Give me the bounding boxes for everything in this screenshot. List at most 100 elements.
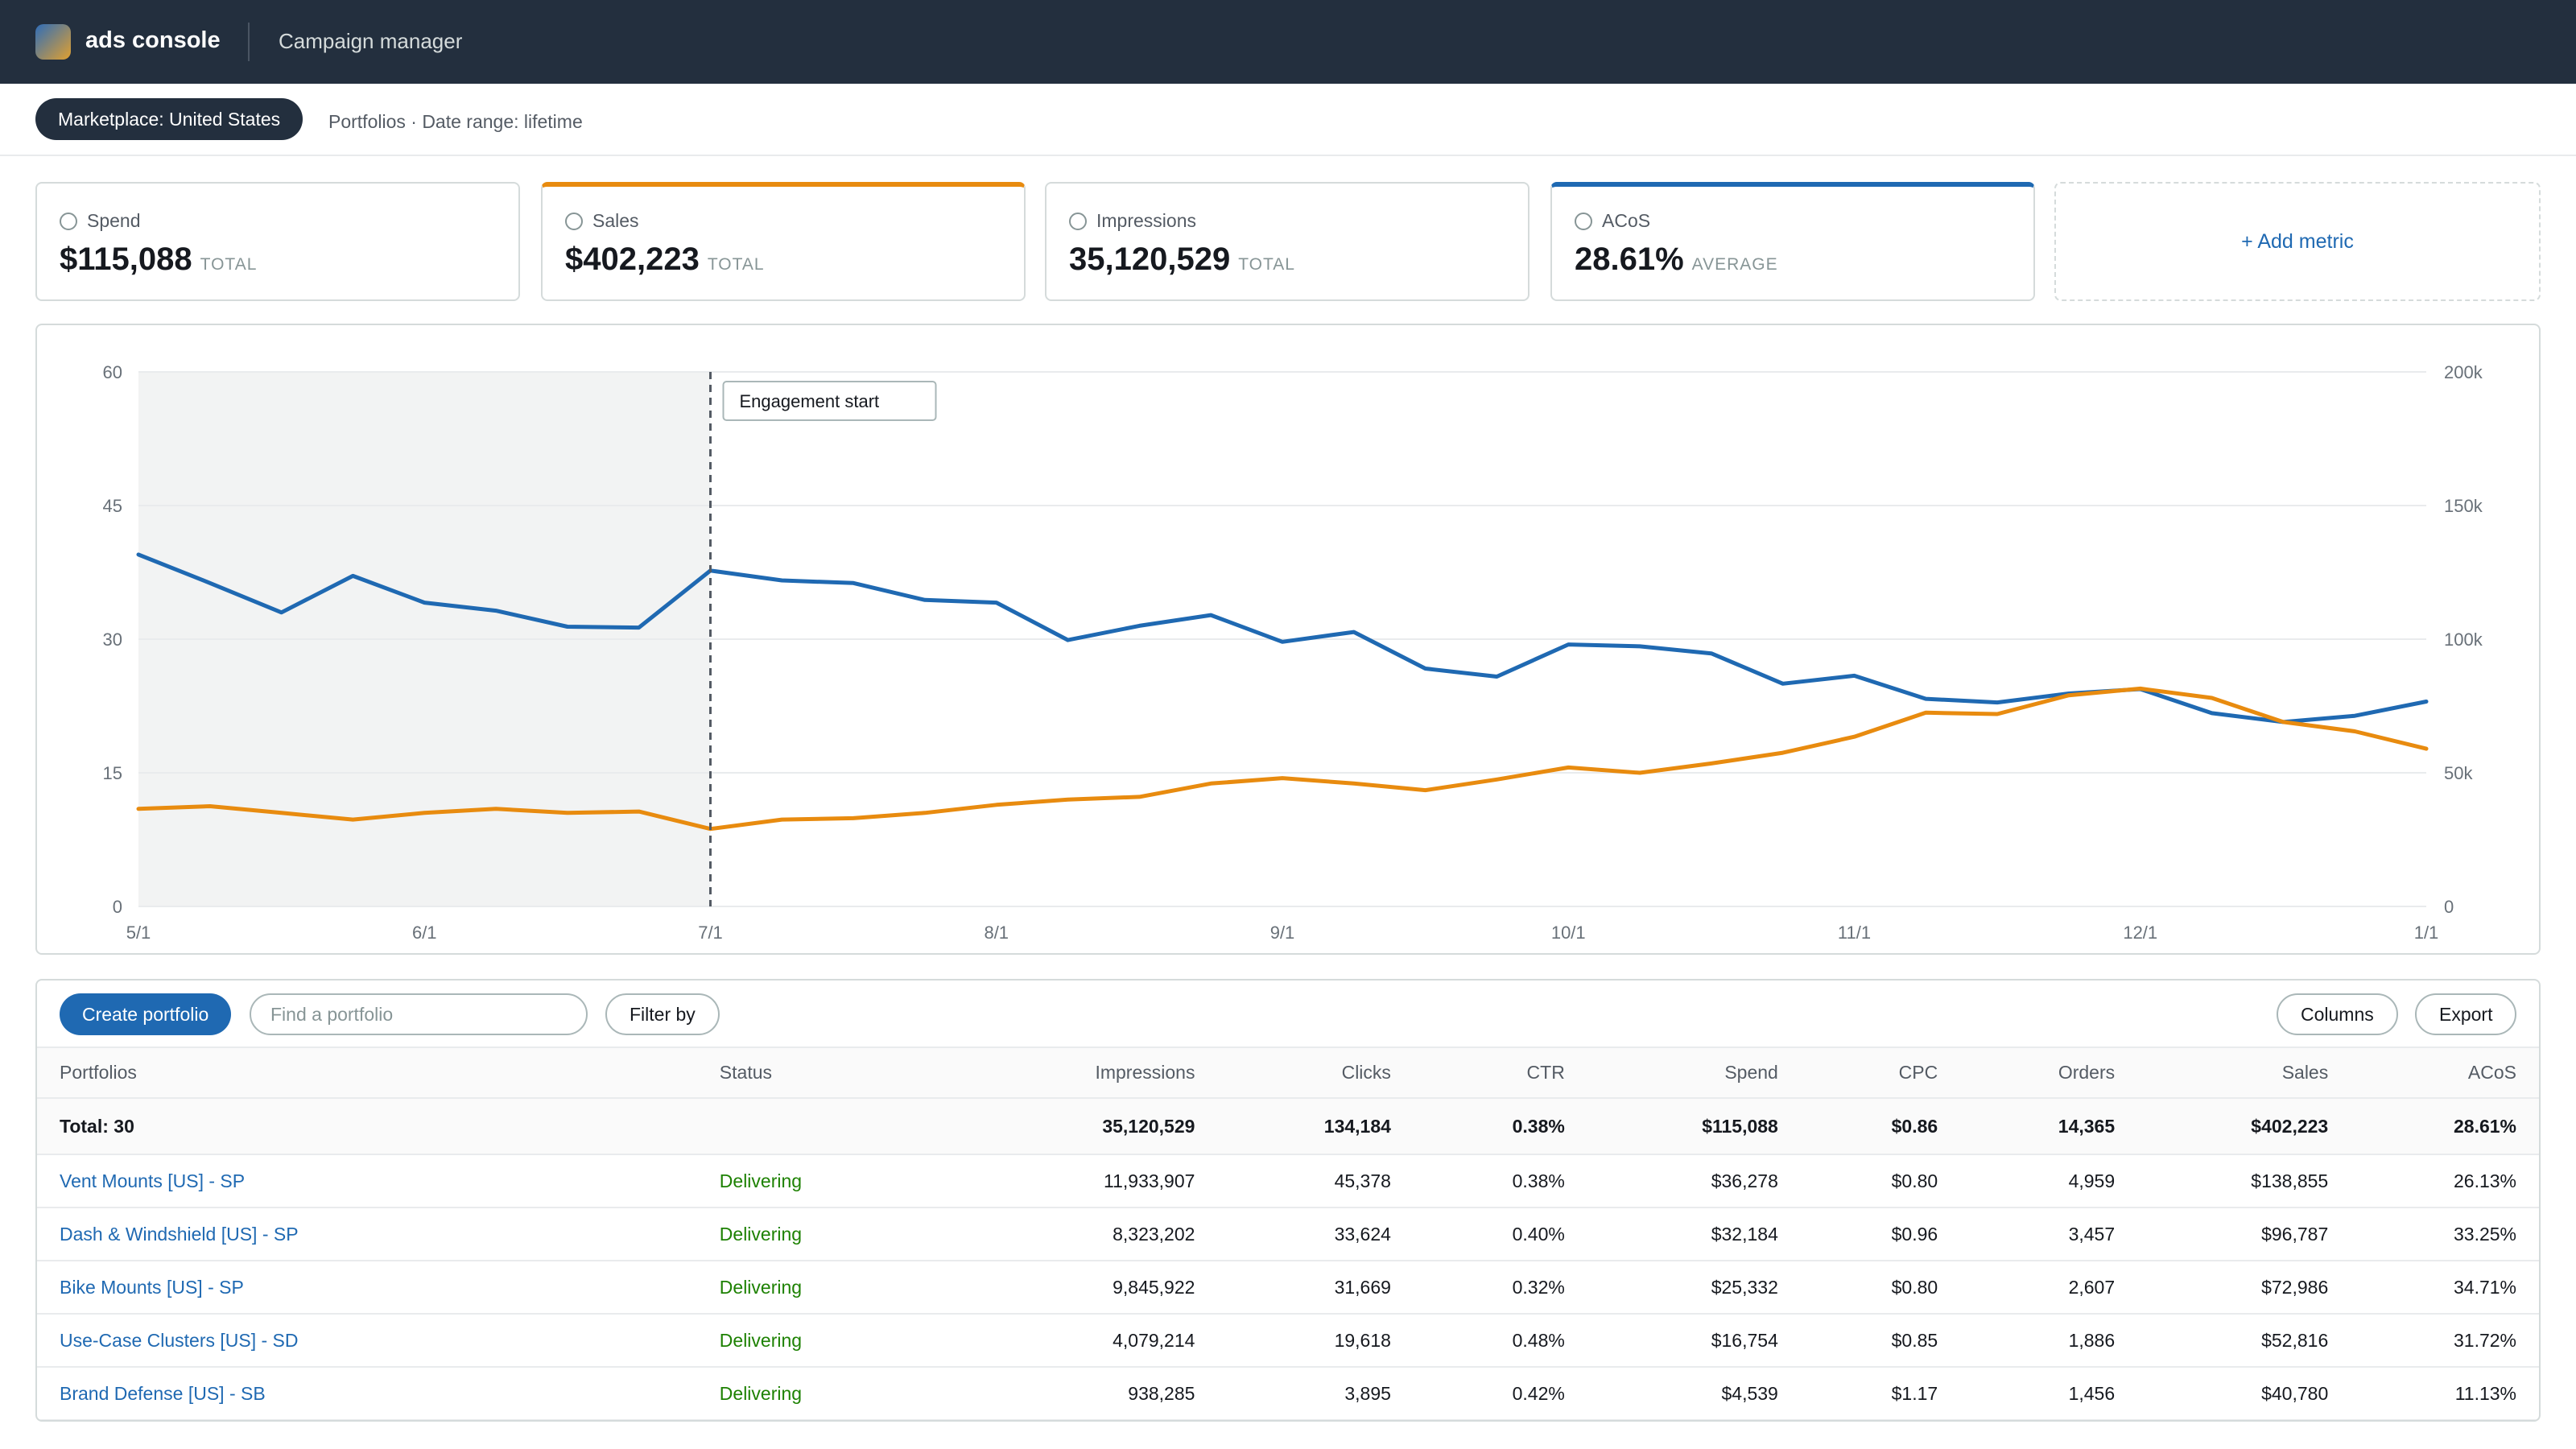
sub-bar: Marketplace: United States Portfolios · … bbox=[0, 84, 2576, 156]
col-header-acos[interactable]: ACoS bbox=[2351, 1048, 2539, 1099]
spend-cell: $25,332 bbox=[1587, 1261, 1801, 1315]
cpc-cell: $0.80 bbox=[1800, 1261, 1961, 1315]
top-bar: ads console Campaign manager bbox=[0, 0, 2576, 84]
sales-cell: $52,816 bbox=[2137, 1314, 2351, 1368]
portfolio-search-input[interactable] bbox=[250, 993, 588, 1035]
radio-icon[interactable] bbox=[565, 213, 583, 230]
y-left-tick-label: 15 bbox=[103, 763, 122, 783]
table-toolbar: Create portfolio Filter by Columns Expor… bbox=[37, 980, 2539, 1048]
x-tick-label: 10/1 bbox=[1551, 923, 1586, 943]
y-left-tick-label: 30 bbox=[103, 630, 122, 650]
cpc-cell: $0.80 bbox=[1800, 1154, 1961, 1208]
clicks-cell: 3,895 bbox=[1217, 1367, 1414, 1420]
ctr-cell: 0.32% bbox=[1413, 1261, 1587, 1315]
columns-button[interactable]: Columns bbox=[2277, 993, 2398, 1035]
metric-label: Spend bbox=[87, 210, 141, 231]
total-ctr: 0.38% bbox=[1413, 1098, 1587, 1155]
portfolio-link[interactable]: Brand Defense [US] - SB bbox=[60, 1383, 266, 1404]
clicks-cell: 45,378 bbox=[1217, 1154, 1414, 1208]
acos-cell: 31.72% bbox=[2351, 1314, 2539, 1368]
total-sales: $402,223 bbox=[2137, 1098, 2351, 1155]
col-header-status[interactable]: Status bbox=[696, 1048, 895, 1099]
x-tick-label: 1/1 bbox=[2414, 923, 2439, 943]
status-cell: Delivering bbox=[696, 1154, 895, 1208]
acos-cell: 11.13% bbox=[2351, 1367, 2539, 1420]
metric-card-impressions[interactable]: Impressions 35,120,529 TOTAL bbox=[1045, 182, 1530, 301]
impressions-cell: 4,079,214 bbox=[894, 1314, 1218, 1368]
orders-cell: 1,886 bbox=[1960, 1314, 2138, 1368]
col-header-clicks[interactable]: Clicks bbox=[1217, 1048, 1414, 1099]
col-header-portfolios[interactable]: Portfolios bbox=[37, 1048, 697, 1099]
ctr-cell: 0.40% bbox=[1413, 1208, 1587, 1261]
table-row: Vent Mounts [US] - SP Delivering 11,933,… bbox=[37, 1154, 2539, 1208]
col-header-ctr[interactable]: CTR bbox=[1413, 1048, 1587, 1099]
marketplace-selector[interactable]: Marketplace: United States bbox=[35, 98, 303, 140]
brand-name[interactable]: ads console bbox=[85, 27, 221, 54]
metric-value: $402,223 TOTAL bbox=[565, 242, 765, 277]
total-cpc: $0.86 bbox=[1800, 1098, 1961, 1155]
col-header-cpc[interactable]: CPC bbox=[1800, 1048, 1961, 1099]
clicks-cell: 31,669 bbox=[1217, 1261, 1414, 1315]
add-metric-button[interactable]: + Add metric bbox=[2054, 182, 2541, 301]
y-left-tick-label: 0 bbox=[113, 897, 122, 917]
ctr-cell: 0.38% bbox=[1413, 1154, 1587, 1208]
metric-card-sales[interactable]: Sales $402,223 TOTAL bbox=[541, 182, 1026, 301]
table-total-row: Total: 30 35,120,529 134,184 0.38% $115,… bbox=[37, 1098, 2539, 1155]
x-tick-label: 8/1 bbox=[984, 923, 1009, 943]
radio-icon[interactable] bbox=[60, 213, 77, 230]
spend-cell: $4,539 bbox=[1587, 1367, 1801, 1420]
portfolio-link[interactable]: Vent Mounts [US] - SP bbox=[60, 1170, 245, 1191]
metric-value: 35,120,529 TOTAL bbox=[1069, 242, 1295, 277]
sales-cell: $72,986 bbox=[2137, 1261, 2351, 1315]
impressions-cell: 9,845,922 bbox=[894, 1261, 1218, 1315]
status-cell: Delivering bbox=[696, 1208, 895, 1261]
divider bbox=[248, 23, 250, 61]
col-header-impressions[interactable]: Impressions bbox=[894, 1048, 1218, 1099]
portfolio-link[interactable]: Dash & Windshield [US] - SP bbox=[60, 1224, 299, 1245]
col-header-spend[interactable]: Spend bbox=[1587, 1048, 1801, 1099]
metric-suffix: AVERAGE bbox=[1691, 255, 1778, 274]
filter-by-button[interactable]: Filter by bbox=[605, 993, 720, 1035]
spend-cell: $16,754 bbox=[1587, 1314, 1801, 1368]
x-tick-label: 7/1 bbox=[698, 923, 723, 943]
logo-icon[interactable] bbox=[35, 24, 71, 60]
radio-icon[interactable] bbox=[1575, 213, 1592, 230]
nav-campaign-manager[interactable]: Campaign manager bbox=[279, 29, 462, 54]
metric-suffix: TOTAL bbox=[200, 255, 258, 274]
status-cell: Delivering bbox=[696, 1261, 895, 1315]
metric-label: Sales bbox=[592, 210, 639, 231]
y-left-tick-label: 60 bbox=[103, 362, 122, 382]
total-spend: $115,088 bbox=[1587, 1098, 1801, 1155]
metric-card-acos[interactable]: ACoS 28.61% AVERAGE bbox=[1550, 182, 2035, 301]
cpc-cell: $1.17 bbox=[1800, 1367, 1961, 1420]
x-tick-label: 11/1 bbox=[1838, 923, 1871, 943]
col-header-orders[interactable]: Orders bbox=[1960, 1048, 2138, 1099]
spend-cell: $32,184 bbox=[1587, 1208, 1801, 1261]
sales-cell: $138,855 bbox=[2137, 1154, 2351, 1208]
sales-cell: $40,780 bbox=[2137, 1367, 2351, 1420]
portfolio-link[interactable]: Use-Case Clusters [US] - SD bbox=[60, 1330, 299, 1351]
total-label: Total: 30 bbox=[37, 1098, 697, 1155]
export-button[interactable]: Export bbox=[2415, 993, 2517, 1035]
acos-cell: 33.25% bbox=[2351, 1208, 2539, 1261]
breadcrumb: Portfolios · Date range: lifetime bbox=[328, 111, 583, 132]
metric-card-spend[interactable]: Spend $115,088 TOTAL bbox=[35, 182, 520, 301]
portfolio-table-panel: Create portfolio Filter by Columns Expor… bbox=[35, 979, 2541, 1422]
acos-cell: 26.13% bbox=[2351, 1154, 2539, 1208]
spend-cell: $36,278 bbox=[1587, 1154, 1801, 1208]
portfolio-link[interactable]: Bike Mounts [US] - SP bbox=[60, 1277, 244, 1298]
table-row: Bike Mounts [US] - SP Delivering 9,845,9… bbox=[37, 1261, 2539, 1315]
cpc-cell: $0.85 bbox=[1800, 1314, 1961, 1368]
annotation-label: Engagement start bbox=[740, 391, 880, 411]
col-header-sales[interactable]: Sales bbox=[2137, 1048, 2351, 1099]
create-portfolio-button[interactable]: Create portfolio bbox=[60, 993, 232, 1035]
radio-icon[interactable] bbox=[1069, 213, 1087, 230]
ctr-cell: 0.42% bbox=[1413, 1367, 1587, 1420]
impressions-cell: 938,285 bbox=[894, 1367, 1218, 1420]
x-tick-label: 6/1 bbox=[412, 923, 437, 943]
orders-cell: 1,456 bbox=[1960, 1367, 2138, 1420]
chart-svg: 0 0 15 50k 30 100k 45 150k 60 200k 5/1 6/1 7/1 8/1 9/1… bbox=[103, 362, 2483, 943]
orders-cell: 2,607 bbox=[1960, 1261, 2138, 1315]
sales-cell: $96,787 bbox=[2137, 1208, 2351, 1261]
ctr-cell: 0.48% bbox=[1413, 1314, 1587, 1368]
